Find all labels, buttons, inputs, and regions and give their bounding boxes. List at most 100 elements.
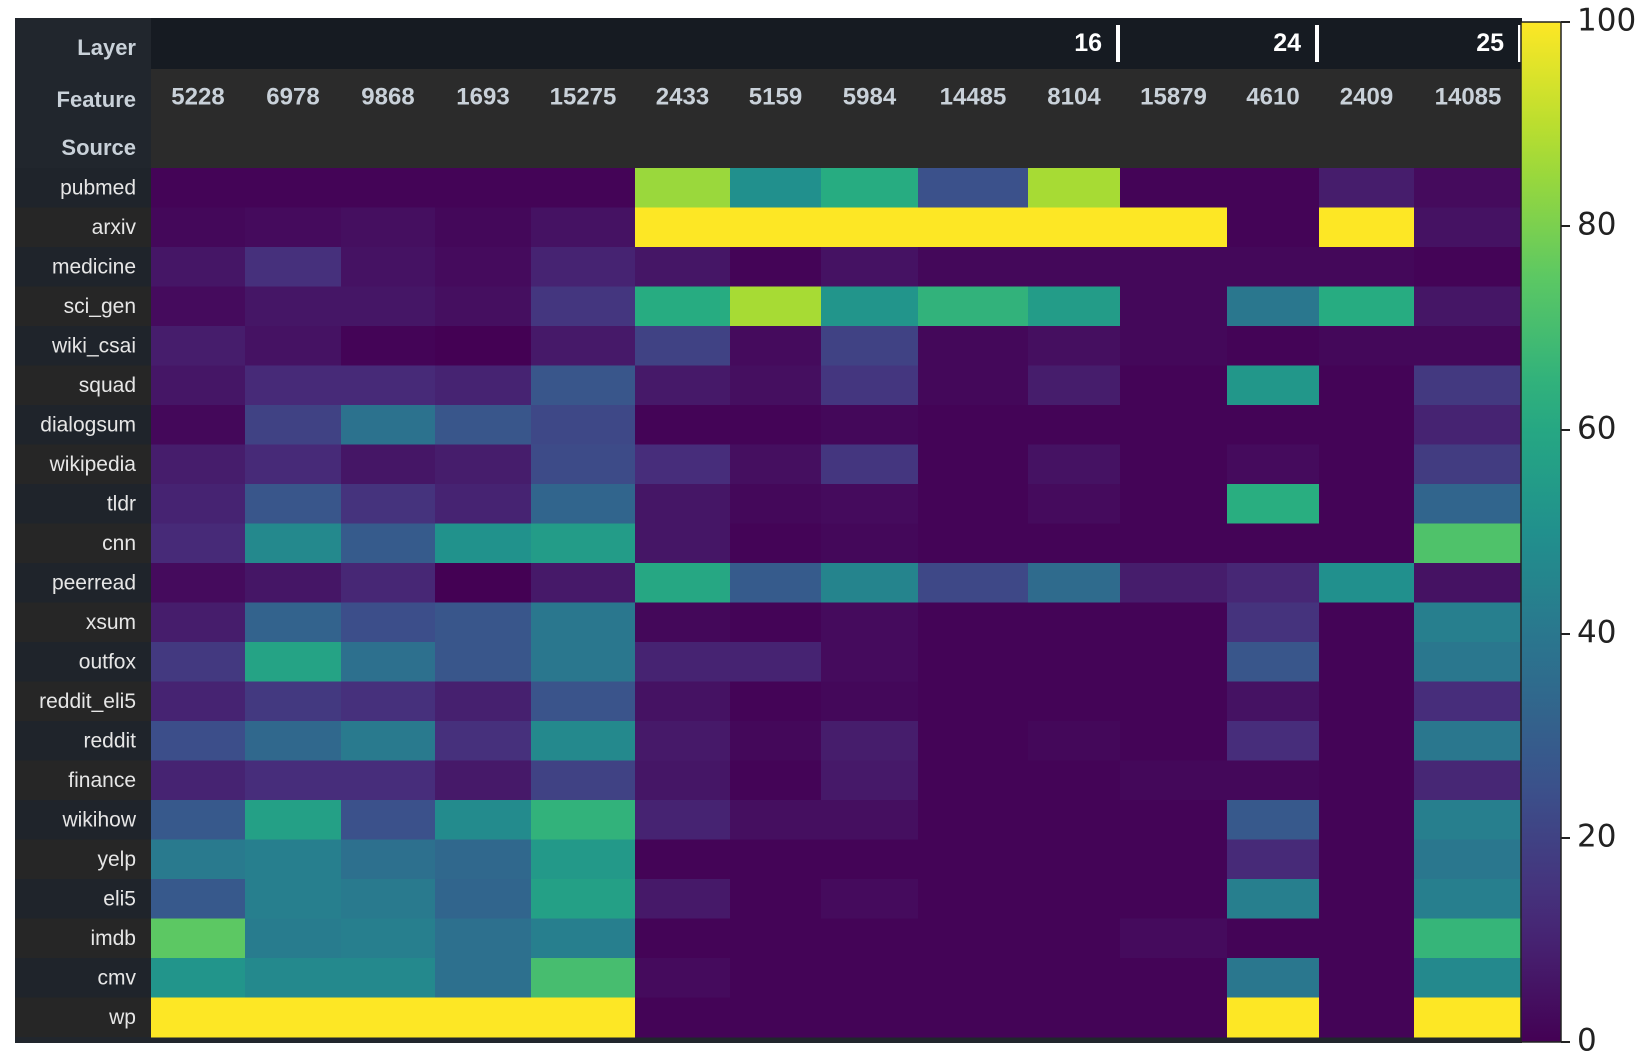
heatmap-cell <box>1414 286 1523 327</box>
cells-layer <box>151 168 1523 1038</box>
heatmap-cell <box>435 879 532 919</box>
heatmap-cell <box>1227 523 1320 564</box>
source-row-label: outfox <box>79 650 137 673</box>
heatmap-cell <box>151 405 246 445</box>
heatmap-cell <box>918 523 1029 564</box>
heatmap-cell <box>1227 800 1320 840</box>
source-row-label: arxiv <box>92 216 137 239</box>
heatmap-cell <box>1120 642 1228 682</box>
heatmap-cell <box>918 326 1029 366</box>
source-header-bar <box>151 123 1522 168</box>
heatmap-cell <box>1028 286 1121 327</box>
heatmap-cell <box>635 247 731 287</box>
heatmap-cell <box>918 365 1029 406</box>
heatmap-cell <box>730 405 822 445</box>
heatmap-cell <box>531 365 636 406</box>
heatmap-cell <box>918 247 1029 287</box>
heatmap-cell <box>821 207 919 248</box>
heatmap-cell <box>151 168 246 208</box>
heatmap-cell <box>1028 997 1121 1038</box>
heatmap-cell <box>1227 997 1320 1038</box>
heatmap-cell <box>1120 958 1228 998</box>
heatmap-cell <box>341 721 436 761</box>
heatmap-cell <box>1028 326 1121 366</box>
heatmap-cell <box>918 958 1029 998</box>
heatmap-cell <box>435 405 532 445</box>
feature-tick-label: 5228 <box>171 83 224 110</box>
heatmap-cell <box>151 563 246 603</box>
heatmap-cell <box>635 444 731 485</box>
heatmap-cell <box>1028 681 1121 722</box>
heatmap-cell <box>918 839 1029 880</box>
feature-tick-label: 8104 <box>1047 83 1101 110</box>
heatmap-cell <box>821 918 919 959</box>
heatmap-cell <box>821 602 919 643</box>
colorbar-tick-label: 60 <box>1577 411 1616 447</box>
heatmap-cell <box>531 207 636 248</box>
heatmap-cell <box>635 602 731 643</box>
heatmap-cell <box>245 642 342 682</box>
heatmap-cell <box>245 918 342 959</box>
heatmap-cell <box>151 523 246 564</box>
source-row-label: xsum <box>86 611 136 634</box>
heatmap-cell <box>821 958 919 998</box>
heatmap-cell <box>821 326 919 366</box>
heatmap-cell <box>245 879 342 919</box>
heatmap-cell <box>1028 247 1121 287</box>
heatmap-cell <box>1120 563 1228 603</box>
heatmap-cell <box>1028 444 1121 485</box>
layer-group-label: 16 <box>1074 29 1102 57</box>
heatmap-cell <box>245 760 342 801</box>
heatmap-cell <box>918 642 1029 682</box>
heatmap-cell <box>1319 563 1415 603</box>
source-row-label: cmv <box>98 966 137 989</box>
heatmap-cell <box>531 800 636 840</box>
heatmap-cell <box>821 997 919 1038</box>
heatmap-cell <box>635 365 731 406</box>
heatmap-cell <box>730 444 822 485</box>
source-row-label: sci_gen <box>64 295 136 318</box>
source-row-label: imdb <box>90 927 136 950</box>
colorbar-tick-label: 40 <box>1577 615 1616 651</box>
heatmap-cell <box>531 484 636 524</box>
heatmap-cell <box>531 681 636 722</box>
heatmap-cell <box>531 879 636 919</box>
colorbar-tick-label: 20 <box>1577 819 1616 855</box>
heatmap-cell <box>341 958 436 998</box>
heatmap-cell <box>341 326 436 366</box>
heatmap-cell <box>918 484 1029 524</box>
heatmap-cell <box>1414 444 1523 485</box>
heatmap-cell <box>1414 168 1523 208</box>
heatmap-cell <box>821 879 919 919</box>
heatmap-cell <box>531 247 636 287</box>
feature-header-bar <box>151 69 1522 123</box>
heatmap-cell <box>1120 286 1228 327</box>
heatmap-cell <box>1028 958 1121 998</box>
heatmap-cell <box>245 444 342 485</box>
heatmap-cell <box>1227 444 1320 485</box>
layer-group-label: 25 <box>1476 29 1504 57</box>
heatmap-cell <box>245 286 342 327</box>
heatmap-cell <box>918 681 1029 722</box>
heatmap-cell <box>341 405 436 445</box>
heatmap-cell <box>151 207 246 248</box>
heatmap-cell <box>918 168 1029 208</box>
heatmap-cell <box>151 721 246 761</box>
heatmap-cell <box>245 839 342 880</box>
heatmap-cell <box>531 286 636 327</box>
heatmap-cell <box>821 563 919 603</box>
heatmap-cell <box>435 918 532 959</box>
heatmap-cell <box>531 839 636 880</box>
heatmap-cell <box>151 484 246 524</box>
heatmap-cell <box>1028 484 1121 524</box>
header-source-label: Source <box>61 135 136 160</box>
heatmap-cell <box>531 563 636 603</box>
heatmap-cell <box>730 958 822 998</box>
heatmap-cell <box>1414 602 1523 643</box>
feature-tick-label: 5984 <box>843 83 897 110</box>
heatmap-cell <box>1227 918 1320 959</box>
heatmap-cell <box>730 681 822 722</box>
heatmap-cell <box>635 286 731 327</box>
heatmap-cell <box>1120 879 1228 919</box>
heatmap-cell <box>635 879 731 919</box>
